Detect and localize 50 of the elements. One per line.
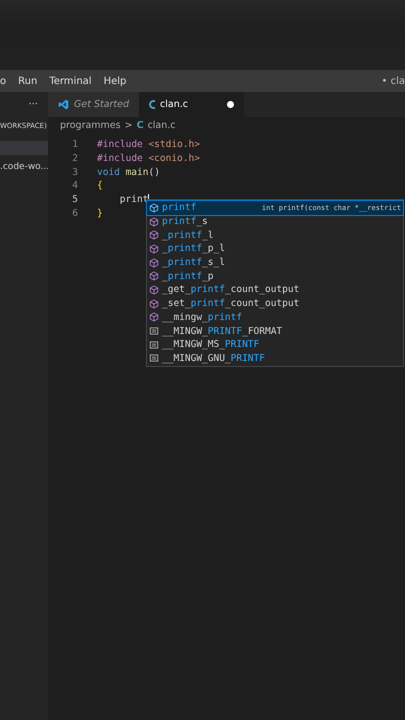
suggestion-item[interactable]: _get_printf_count_output xyxy=(147,283,403,297)
window-title: • cla xyxy=(382,76,405,86)
suggestion-item[interactable]: _printf_s_l xyxy=(147,256,403,270)
list-box-icon xyxy=(149,326,159,336)
cube-icon xyxy=(149,244,159,254)
line-number: 4 xyxy=(71,179,78,194)
editor-tab[interactable]: clan.c xyxy=(139,92,244,117)
code-line: } xyxy=(97,206,103,221)
cube-icon xyxy=(149,298,159,309)
code-editor-icon xyxy=(58,99,69,110)
code-line: { xyxy=(97,179,103,194)
cube-icon xyxy=(149,284,159,295)
code-line: void main() xyxy=(97,166,160,180)
editor-tab[interactable]: Get Started xyxy=(48,92,140,117)
menu-item[interactable]: Run xyxy=(12,76,44,86)
cube-icon xyxy=(149,202,159,213)
suggestion-item[interactable]: __MINGW_GNU_PRINTF xyxy=(147,352,403,366)
line-number: 5 xyxy=(71,193,78,207)
cube-icon xyxy=(149,271,159,282)
menu-item[interactable]: Help xyxy=(98,76,132,86)
breadcrumb-separator: > xyxy=(124,120,133,130)
line-number: 6 xyxy=(71,206,78,221)
menu-item[interactable]: o xyxy=(0,76,12,86)
code-line: #include <conio.h> xyxy=(97,152,200,166)
sidebar-item[interactable]: .code-wo... xyxy=(0,161,48,174)
suggestion-item[interactable]: _printf_l xyxy=(147,228,403,242)
menu-item[interactable]: Terminal xyxy=(43,76,98,86)
list-box-icon xyxy=(149,340,159,350)
cube-icon xyxy=(149,258,159,268)
c-file-icon: C xyxy=(136,120,144,130)
suggestion-item[interactable]: __MINGW_MS_PRINTF xyxy=(147,338,403,352)
suggestion-item[interactable]: _set_printf_count_output xyxy=(147,296,403,310)
suggestion-item[interactable]: __MINGW_PRINTF_FORMAT xyxy=(147,324,403,338)
list-box-icon xyxy=(149,353,159,364)
cube-icon xyxy=(149,230,159,240)
cube-icon xyxy=(149,312,159,322)
suggestion-item[interactable]: __mingw_printf xyxy=(147,310,403,324)
line-number: 2 xyxy=(71,152,78,166)
more-icon[interactable]: ··· xyxy=(28,99,38,110)
breadcrumb-file[interactable]: clan.c xyxy=(148,120,176,130)
sidebar-item[interactable] xyxy=(0,141,48,155)
line-number: 3 xyxy=(71,166,78,180)
breadcrumb-folder[interactable]: programmes xyxy=(60,120,121,130)
suggestion-item[interactable]: printf_s xyxy=(147,214,403,228)
line-number: 1 xyxy=(71,138,78,152)
cube-icon xyxy=(149,216,159,227)
suggestion-item[interactable]: _printf_p xyxy=(147,269,403,284)
code-line: #include <stdio.h> xyxy=(97,138,200,152)
c-file-icon xyxy=(149,100,156,109)
suggestion-item[interactable]: _printf_p_l xyxy=(147,242,403,256)
